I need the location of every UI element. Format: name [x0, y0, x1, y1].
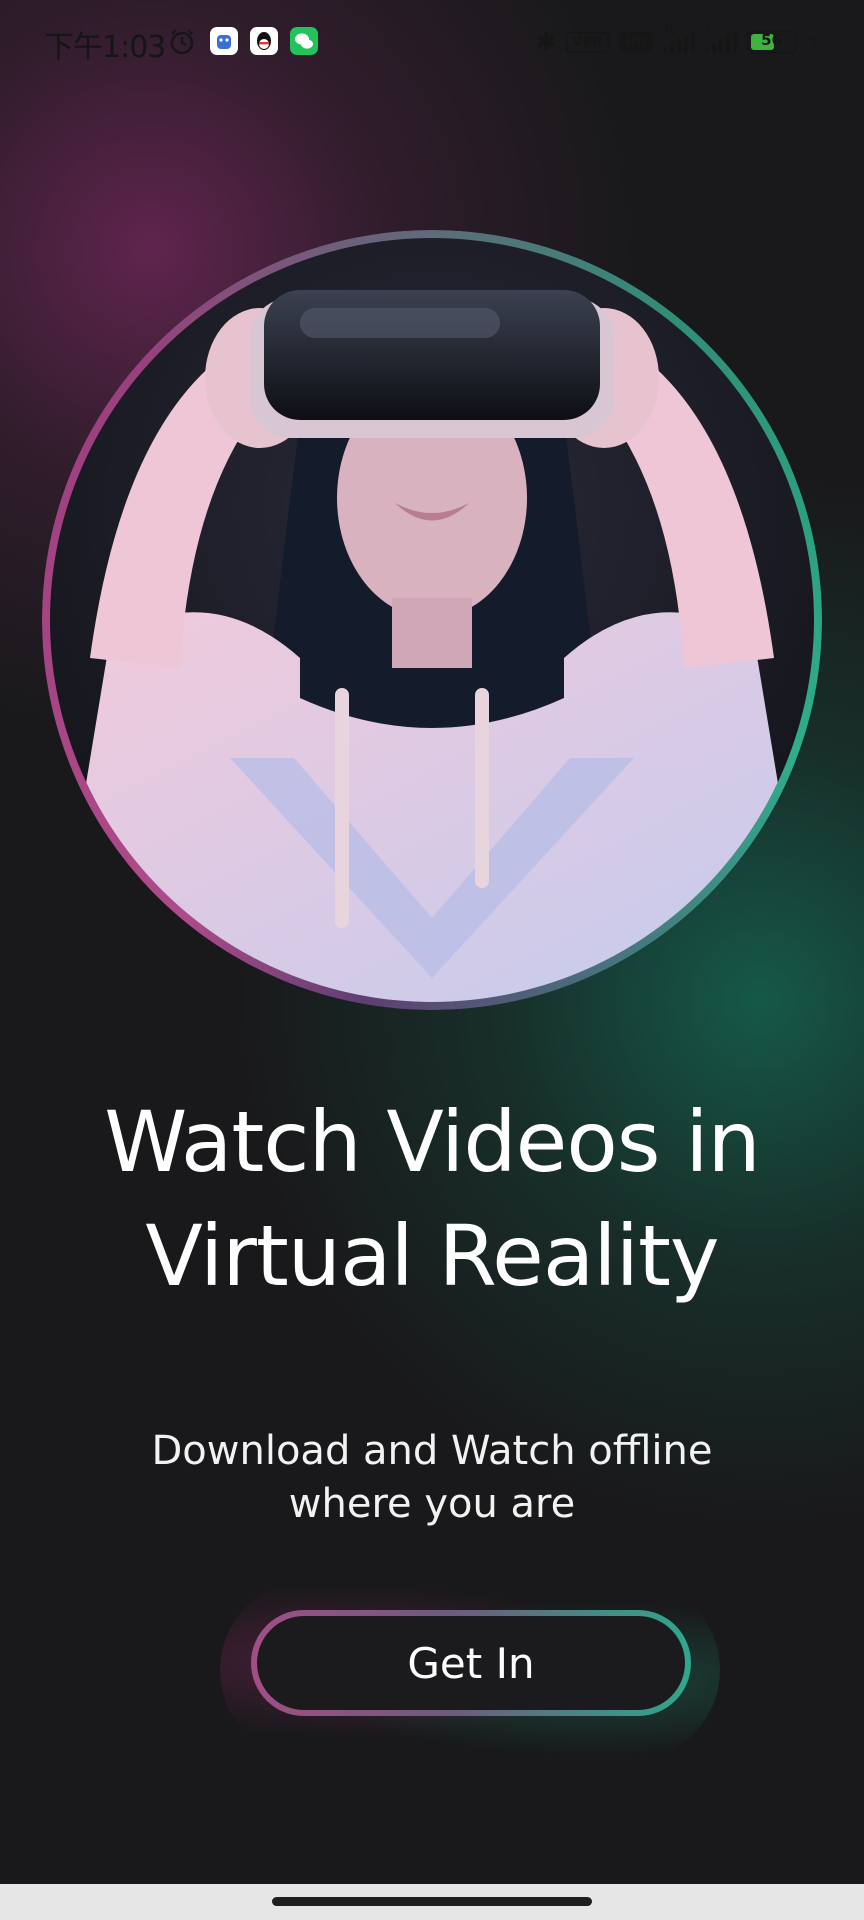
- network-label-4g: 4G: [662, 23, 679, 36]
- headline: Watch Videos in Virtual Reality: [0, 1085, 864, 1313]
- hd-icon: HD: [618, 31, 653, 53]
- wechat-icon: [290, 27, 318, 55]
- app-icon-blue: [210, 27, 238, 55]
- get-in-button-inner[interactable]: Get In: [257, 1616, 685, 1710]
- battery-level: 56: [761, 31, 782, 49]
- vpn-icon: VPN: [566, 31, 609, 53]
- charging-icon: ⚡: [806, 29, 822, 55]
- home-indicator[interactable]: [272, 1897, 592, 1906]
- headline-line-1: Watch Videos in: [104, 1093, 761, 1191]
- hero-image: [50, 238, 814, 1002]
- alarm-icon: [170, 29, 194, 55]
- dot-icon: [342, 40, 347, 45]
- subheadline-line-1: Download and Watch offline: [151, 1428, 713, 1474]
- headline-line-2: Virtual Reality: [145, 1207, 719, 1305]
- get-in-label: Get In: [407, 1638, 535, 1688]
- signal-4g-icon: 4G: [662, 23, 695, 53]
- qq-icon: [250, 27, 278, 55]
- subheadline: Download and Watch offline where you are: [0, 1425, 864, 1531]
- get-in-button[interactable]: Get In: [251, 1610, 691, 1716]
- battery-icon: 56: [746, 30, 797, 54]
- subheadline-line-2: where you are: [288, 1481, 576, 1527]
- bluetooth-icon: ✱: [536, 28, 557, 56]
- status-time: 下午1:03: [44, 30, 166, 65]
- onboarding-screen: 下午1:03 ✱ VPN HD 4G 5G 56 ⚡ Watch Videos …: [0, 0, 864, 1920]
- system-icons: ✱ VPN HD 4G 5G 56 ⚡: [536, 23, 822, 58]
- signal-5g-icon: 5G: [704, 23, 737, 53]
- status-bar: 下午1:03 ✱ VPN HD 4G 5G 56 ⚡: [0, 0, 864, 84]
- network-label-5g: 5G: [704, 23, 721, 36]
